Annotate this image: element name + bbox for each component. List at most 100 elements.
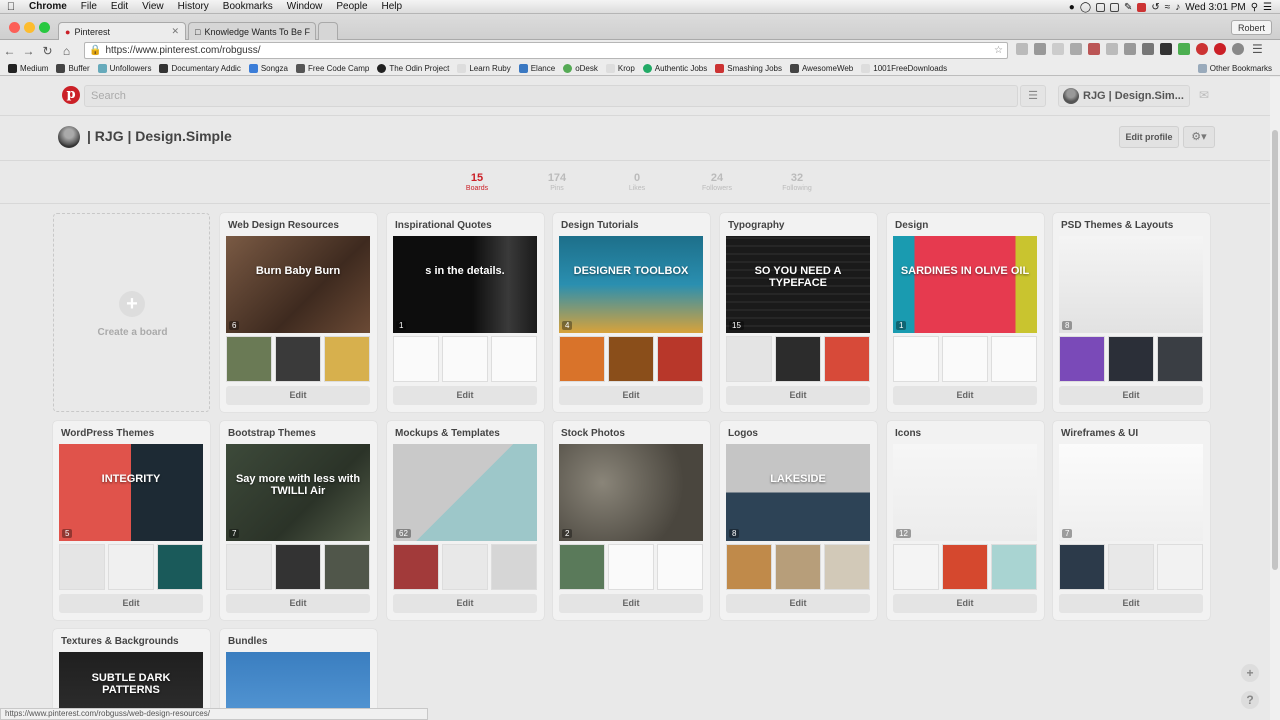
bookmark-item[interactable]: Unfollowers (97, 63, 151, 73)
board-title[interactable]: WordPress Themes (61, 428, 154, 439)
board-thumbnail[interactable] (324, 544, 370, 590)
close-window-icon[interactable] (9, 22, 20, 33)
extension-icon-2[interactable] (1034, 43, 1046, 55)
edit-board-button[interactable]: Edit (393, 594, 537, 613)
bookmark-item[interactable]: Free Code Camp (295, 63, 369, 73)
board-thumbnail[interactable] (491, 336, 537, 382)
board-title[interactable]: Mockups & Templates (395, 428, 500, 439)
menu-view[interactable]: View (135, 1, 171, 12)
pinterest-extension-icon[interactable] (1214, 43, 1226, 55)
board-thumbnail[interactable] (1108, 336, 1154, 382)
zoom-window-icon[interactable] (39, 22, 50, 33)
board-thumbnail[interactable] (559, 336, 605, 382)
hamburger-menu-icon[interactable]: ☰ (1020, 85, 1046, 107)
board-thumbnail[interactable] (393, 336, 439, 382)
bookmark-item[interactable]: Songza (248, 63, 288, 73)
add-pin-icon[interactable]: + (1241, 664, 1259, 682)
adblock-icon[interactable] (1196, 43, 1208, 55)
close-tab-icon[interactable]: ✕ (171, 26, 179, 37)
close-tab-icon[interactable]: ✕ (314, 26, 315, 37)
create-board-button[interactable]: + Create a board (53, 213, 210, 412)
board-cover-image[interactable]: 62 (393, 444, 537, 541)
clock-text[interactable]: Wed 3:01 PM (1185, 2, 1245, 13)
edit-board-button[interactable]: Edit (226, 386, 370, 405)
board-thumbnail[interactable] (942, 544, 988, 590)
board-card[interactable]: Typography SO YOU NEED A TYPEFACE 15 Edit (720, 213, 877, 412)
board-title[interactable]: PSD Themes & Layouts (1061, 220, 1173, 231)
board-thumbnail[interactable] (275, 544, 321, 590)
board-title[interactable]: Icons (895, 428, 921, 439)
tab-knowledge[interactable]: □ Knowledge Wants To Be F ✕ (188, 22, 316, 40)
board-thumbnail[interactable] (726, 544, 772, 590)
edit-profile-button[interactable]: Edit profile (1119, 126, 1179, 148)
bookmark-item[interactable]: Smashing Jobs (715, 63, 782, 73)
board-thumbnail[interactable] (108, 544, 154, 590)
board-cover-image[interactable]: SO YOU NEED A TYPEFACE 15 (726, 236, 870, 333)
board-thumbnail[interactable] (275, 336, 321, 382)
board-title[interactable]: Logos (728, 428, 758, 439)
board-cover-image[interactable]: 7 (1059, 444, 1203, 541)
board-title[interactable]: Textures & Backgrounds (61, 636, 179, 647)
board-cover-image[interactable]: Say more with less with TWILLI Air 7 (226, 444, 370, 541)
board-card[interactable]: Stock Photos 2 Edit (553, 421, 710, 620)
stat-likes[interactable]: 0 Likes (602, 172, 672, 192)
dropbox-icon[interactable]: ● (1069, 2, 1075, 13)
board-title[interactable]: Typography (728, 220, 784, 231)
edit-board-button[interactable]: Edit (726, 386, 870, 405)
help-icon[interactable]: ? (1241, 691, 1259, 709)
board-thumbnail[interactable] (775, 544, 821, 590)
extension-icon-3[interactable] (1052, 43, 1064, 55)
messages-icon[interactable]: ✉ (1192, 85, 1216, 107)
board-title[interactable]: Bootstrap Themes (228, 428, 316, 439)
settings-gear-icon[interactable]: ⚙▾ (1183, 126, 1215, 148)
board-title[interactable]: Design Tutorials (561, 220, 639, 231)
board-title[interactable]: Design (895, 220, 928, 231)
apple-icon[interactable]:  (0, 1, 22, 13)
stat-followers[interactable]: 24 Followers (682, 172, 752, 192)
menu-bookmarks[interactable]: Bookmarks (216, 1, 280, 12)
home-icon[interactable]: ⌂ (57, 44, 76, 58)
scrollbar-thumb[interactable] (1272, 130, 1278, 570)
other-bookmarks[interactable]: Other Bookmarks (1197, 63, 1272, 73)
board-cover-image[interactable]: Burn Baby Burn 6 (226, 236, 370, 333)
board-cover-image[interactable]: 12 (893, 444, 1037, 541)
board-thumbnail[interactable] (991, 336, 1037, 382)
bookmark-star-icon[interactable]: ☆ (994, 45, 1003, 56)
board-card[interactable]: PSD Themes & Layouts 8 Edit (1053, 213, 1210, 412)
board-thumbnail[interactable] (393, 544, 439, 590)
edit-board-button[interactable]: Edit (893, 386, 1037, 405)
stat-boards[interactable]: 15 Boards (442, 172, 512, 192)
pinterest-logo-icon[interactable]: p (62, 86, 80, 104)
board-card[interactable]: Design Tutorials DESIGNER TOOLBOX 4 Edit (553, 213, 710, 412)
board-thumbnail[interactable] (893, 544, 939, 590)
board-cover-image[interactable]: 2 (559, 444, 703, 541)
board-card[interactable]: Design SARDINES IN OLIVE OIL 1 Edit (887, 213, 1044, 412)
board-thumbnail[interactable] (824, 336, 870, 382)
board-card[interactable]: Icons 12 Edit (887, 421, 1044, 620)
bookmark-item[interactable]: Krop (605, 63, 635, 73)
board-cover-image[interactable]: LAKESIDE 8 (726, 444, 870, 541)
menu-window[interactable]: Window (280, 1, 330, 12)
pen-icon[interactable]: ✎ (1124, 2, 1132, 13)
glasses-icon[interactable]: ◯ (1080, 2, 1091, 13)
board-thumbnail[interactable] (1157, 544, 1203, 590)
red-app-icon[interactable] (1137, 2, 1147, 12)
board-cover-image[interactable]: SARDINES IN OLIVE OIL 1 (893, 236, 1037, 333)
bookmark-item[interactable]: The Odin Project (377, 63, 449, 73)
board-thumbnail[interactable] (657, 544, 703, 590)
volume-icon[interactable]: ♪ (1175, 2, 1180, 13)
tab-pinterest[interactable]: ● Pinterest ✕ (58, 22, 186, 40)
stat-pins[interactable]: 174 Pins (522, 172, 592, 192)
board-thumbnail[interactable] (59, 544, 105, 590)
board-cover-image[interactable]: DESIGNER TOOLBOX 4 (559, 236, 703, 333)
board-thumbnail[interactable] (608, 544, 654, 590)
menu-edit[interactable]: Edit (104, 1, 135, 12)
profile-avatar[interactable] (58, 126, 80, 148)
board-thumbnail[interactable] (226, 544, 272, 590)
edit-board-button[interactable]: Edit (559, 594, 703, 613)
board-thumbnail[interactable] (442, 336, 488, 382)
bookmark-item[interactable]: Documentary Addic (159, 63, 241, 73)
board-title[interactable]: Stock Photos (561, 428, 625, 439)
extension-icon-5[interactable] (1088, 43, 1100, 55)
edit-board-button[interactable]: Edit (393, 386, 537, 405)
